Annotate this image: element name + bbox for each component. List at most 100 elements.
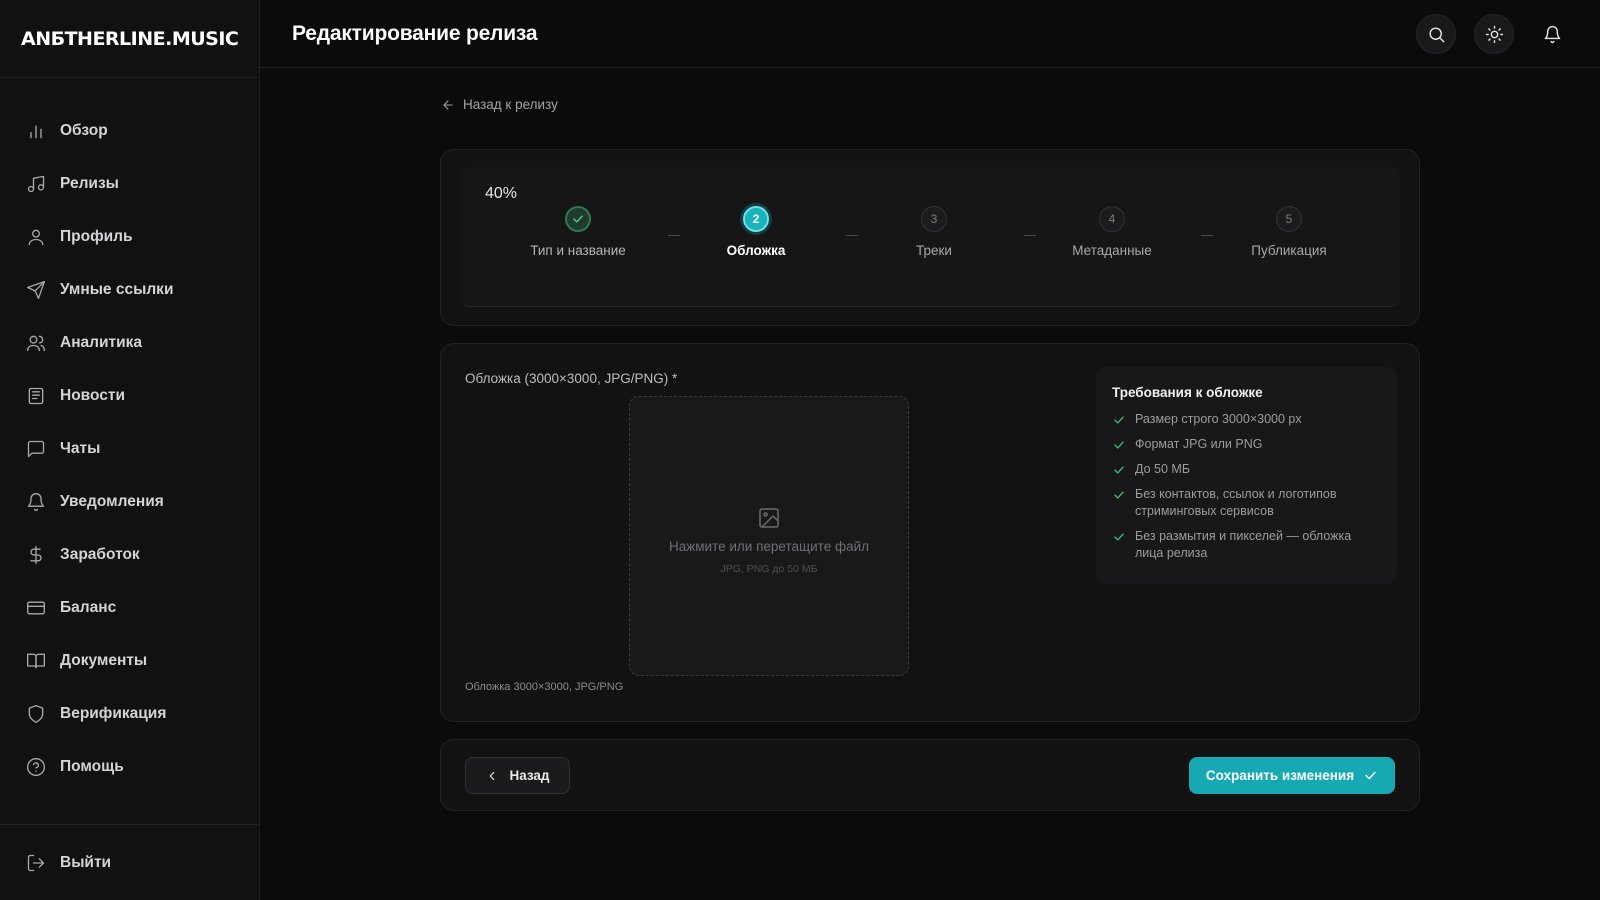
step-tracks[interactable]: 3 Треки	[854, 206, 1014, 258]
requirement-text: Без контактов, ссылок и логотипов стрими…	[1135, 487, 1337, 518]
check-icon	[1114, 416, 1124, 424]
sidebar-item-label: Документы	[60, 651, 148, 669]
save-changes-button[interactable]: Сохранить изменения	[1189, 757, 1395, 794]
requirement-text: Размер строго 3000×3000 px	[1135, 412, 1302, 426]
sidebar-item-label: Аналитика	[60, 333, 143, 351]
requirement-item: До 50 МБ	[1112, 461, 1381, 478]
sidebar-item-label: Чаты	[60, 439, 101, 457]
sidebar-item-help[interactable]: Помощь	[0, 740, 259, 793]
search-icon	[1428, 26, 1444, 42]
save-button-label: Сохранить изменения	[1205, 768, 1355, 783]
check-icon	[1365, 771, 1376, 780]
step-label: Треки	[916, 243, 952, 258]
music-note-icon	[26, 174, 46, 194]
chevron-left-icon	[490, 771, 495, 780]
chat-icon	[26, 439, 46, 459]
requirement-item: Формат JPG или PNG	[1112, 436, 1381, 453]
step-circle: 5	[1276, 206, 1302, 232]
stepper-card: 40% Тип и название 2 Обложка 3 Треки 4 М…	[440, 149, 1420, 326]
brand-logo[interactable]: ANБTHERLINE.MUSIC	[21, 28, 239, 50]
step-circle: 2	[743, 206, 769, 232]
cover-card: Обложка (3000×3000, JPG/PNG) * Нажмите и…	[440, 343, 1420, 722]
sidebar-item-smart-links[interactable]: Умные ссылки	[0, 263, 259, 316]
logout-icon	[26, 853, 46, 873]
dropzone-hint: JPG, PNG до 50 МБ	[720, 562, 818, 575]
shield-icon	[26, 704, 46, 724]
sun-icon	[1485, 25, 1503, 43]
user-icon	[26, 227, 46, 247]
cover-requirements: Требования к обложке Размер строго 3000×…	[1096, 367, 1397, 584]
step-label: Обложка	[726, 243, 786, 258]
back-button[interactable]: Назад	[465, 757, 570, 794]
logo-area: ANБTHERLINE.MUSIC	[0, 0, 259, 78]
sidebar-item-label: Профиль	[60, 227, 133, 245]
sidebar-item-label: Заработок	[60, 545, 140, 563]
action-bar: Назад Сохранить изменения	[440, 739, 1420, 811]
step-publication[interactable]: 5 Публикация	[1209, 206, 1369, 258]
send-icon	[26, 280, 46, 300]
back-button-label: Назад	[509, 768, 550, 783]
newspaper-icon	[26, 386, 46, 406]
sidebar-item-label: Уведомления	[60, 492, 164, 510]
sidebar-item-chats[interactable]: Чаты	[0, 422, 259, 475]
sidebar-item-label: Верификация	[60, 704, 167, 722]
sidebar: ANБTHERLINE.MUSIC Обзор Релизы Профиль У…	[0, 0, 260, 900]
arrow-left-icon	[443, 99, 453, 110]
sidebar-item-releases[interactable]: Релизы	[0, 157, 259, 210]
requirement-item: Размер строго 3000×3000 px	[1112, 411, 1381, 428]
sidebar-item-label: Помощь	[60, 757, 124, 775]
check-icon	[1114, 533, 1124, 541]
requirement-text: До 50 МБ	[1135, 462, 1191, 476]
back-to-release-label: Назад к релизу	[463, 97, 558, 112]
sidebar-item-overview[interactable]: Обзор	[0, 104, 259, 157]
step-cover[interactable]: 2 Обложка	[676, 206, 836, 258]
bar-chart-icon	[26, 121, 46, 141]
step-metadata[interactable]: 4 Метаданные	[1032, 206, 1192, 258]
sidebar-item-notifications[interactable]: Уведомления	[0, 475, 259, 528]
sidebar-item-label: Новости	[60, 386, 125, 404]
dropzone-text: Нажмите или перетащите файл	[668, 538, 869, 554]
theme-toggle-button[interactable]	[1474, 14, 1514, 54]
step-circle	[565, 206, 591, 232]
sidebar-nav: Обзор Релизы Профиль Умные ссылки Аналит…	[0, 78, 259, 793]
sidebar-item-profile[interactable]: Профиль	[0, 210, 259, 263]
logout-label: Выйти	[60, 853, 112, 871]
check-icon	[1114, 491, 1124, 499]
sidebar-item-label: Обзор	[60, 121, 108, 139]
requirements-title: Требования к обложке	[1112, 385, 1263, 400]
sidebar-item-verification[interactable]: Верификация	[0, 687, 259, 740]
users-icon	[26, 333, 46, 353]
progress-percent: 40%	[485, 185, 518, 202]
sidebar-item-balance[interactable]: Баланс	[0, 581, 259, 634]
sidebar-item-news[interactable]: Новости	[0, 369, 259, 422]
sidebar-item-analytics[interactable]: Аналитика	[0, 316, 259, 369]
bell-icon	[26, 492, 46, 512]
cover-field-hint: Обложка 3000×3000, JPG/PNG	[465, 681, 624, 693]
step-label: Тип и название	[530, 243, 626, 258]
sidebar-item-documents[interactable]: Документы	[0, 634, 259, 687]
step-circle: 4	[1099, 206, 1125, 232]
sidebar-item-label: Умные ссылки	[60, 280, 174, 298]
sidebar-item-label: Баланс	[60, 598, 117, 616]
cover-dropzone[interactable]: Нажмите или перетащите файл JPG, PNG до …	[629, 396, 909, 676]
notifications-button[interactable]	[1532, 14, 1572, 54]
step-type-and-title[interactable]: Тип и название	[498, 206, 658, 258]
logout-button[interactable]: Выйти	[0, 853, 111, 873]
stepper: 40% Тип и название 2 Обложка 3 Треки 4 М…	[460, 167, 1400, 307]
requirement-item: Без размытия и пикселей — обложка лица р…	[1112, 528, 1381, 562]
page-title: Редактирование релиза	[292, 21, 538, 45]
logout-area: Выйти	[0, 824, 259, 900]
cover-field-label: Обложка (3000×3000, JPG/PNG) *	[465, 371, 678, 386]
sidebar-item-earnings[interactable]: Заработок	[0, 528, 259, 581]
credit-card-icon	[26, 598, 46, 618]
search-button[interactable]	[1416, 14, 1456, 54]
top-header: Редактирование релиза	[260, 0, 1600, 68]
requirement-text: Формат JPG или PNG	[1135, 437, 1263, 451]
step-circle: 3	[921, 206, 947, 232]
help-circle-icon	[26, 757, 46, 777]
requirement-item: Без контактов, ссылок и логотипов стрими…	[1112, 486, 1381, 520]
dollar-icon	[26, 545, 46, 565]
image-icon	[759, 507, 779, 528]
step-label: Метаданные	[1072, 243, 1152, 258]
back-to-release-link[interactable]: Назад к релизу	[441, 97, 558, 112]
